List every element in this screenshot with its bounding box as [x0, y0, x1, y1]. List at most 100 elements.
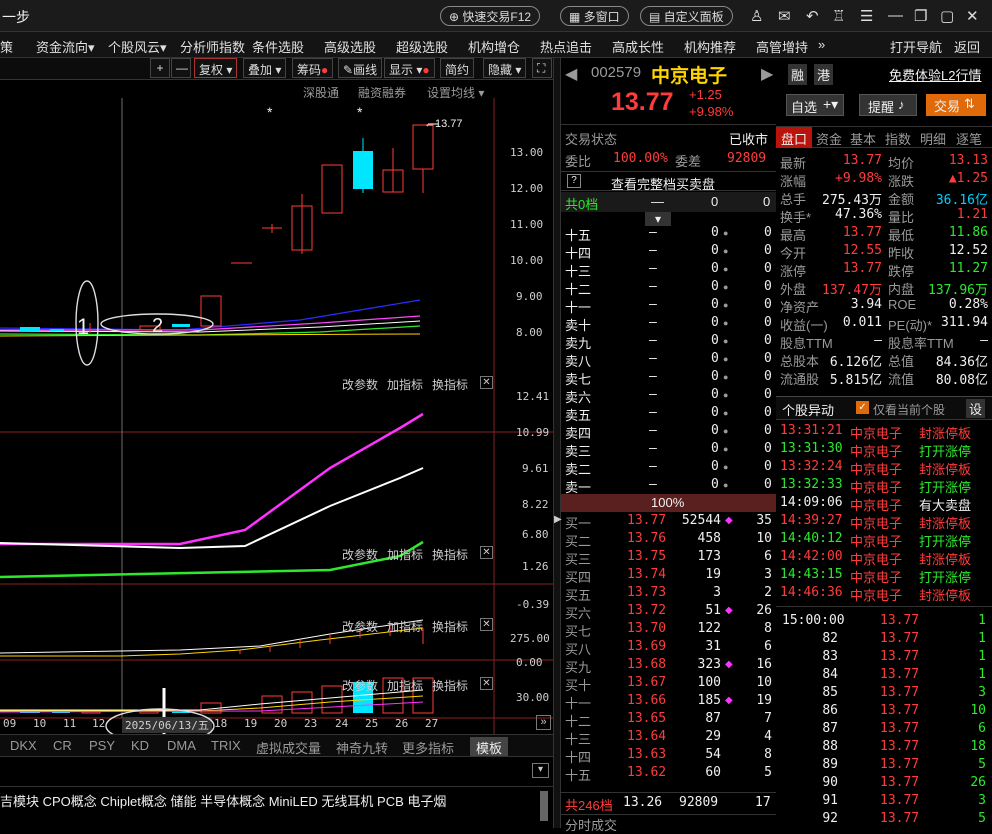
back-link[interactable]: 返回 — [954, 37, 980, 56]
menu-item-0[interactable]: 策 — [0, 37, 13, 56]
custom-panel-button[interactable]: ▤ 自定义面板 — [640, 6, 733, 26]
scroll-right-icon[interactable]: » — [536, 715, 551, 730]
edit-params-button[interactable]: 改参数 — [342, 618, 378, 635]
ask-count: 0 — [764, 315, 772, 330]
simple-button[interactable]: 简约 — [440, 58, 475, 78]
alert-button[interactable]: 提醒 ♪ — [859, 94, 917, 116]
menu-item-2[interactable]: 个股风云▾ — [108, 37, 167, 56]
chips-button[interactable]: 筹码● — [292, 58, 334, 78]
menu-item-9[interactable]: 高成长性 — [612, 37, 664, 56]
close-indicator-icon[interactable]: ✕ — [480, 677, 493, 690]
undo-icon[interactable]: ↶ — [806, 7, 819, 25]
fullscreen-icon[interactable]: ⛶ — [532, 58, 552, 78]
tick-volume: 26 — [970, 775, 986, 790]
add-indicator-button[interactable]: 加指标 — [387, 677, 423, 694]
menu-item-3[interactable]: 分析师指数 — [180, 37, 245, 56]
shirt-icon[interactable]: ♖ — [832, 7, 845, 25]
tab-virtual-volume[interactable]: 虚拟成交量 — [256, 738, 321, 757]
collapse-icon[interactable]: ▾ — [532, 763, 549, 778]
edit-params-button[interactable]: 改参数 — [342, 677, 378, 694]
date-tick: 10 — [33, 717, 47, 730]
tab-detail[interactable]: 明细 — [920, 129, 946, 148]
ask-dot: ● — [723, 228, 729, 238]
zoom-out-button[interactable]: — — [171, 58, 191, 78]
price-change-pct: +9.98% — [689, 104, 734, 119]
tab-tick[interactable]: 逐笔 — [956, 129, 982, 148]
switch-indicator-button[interactable]: 换指标 — [432, 376, 468, 393]
ask-volume: 0 — [711, 459, 719, 474]
tab-kd[interactable]: KD — [131, 738, 149, 753]
fuquan-label: 复权 — [199, 63, 224, 77]
edit-params-button[interactable]: 改参数 — [342, 546, 378, 563]
menu-item-6[interactable]: 超级选股 — [396, 37, 448, 56]
switch-indicator-button[interactable]: 换指标 — [432, 546, 468, 563]
switch-indicator-button[interactable]: 换指标 — [432, 618, 468, 635]
chart-area[interactable]: + — 复权 ▾ 叠加 ▾ 筹码● ✎画线 显示 ▾● 简约 隐藏 ▾ ⛶ 深股… — [0, 58, 553, 828]
tab-fund[interactable]: 资金 — [816, 129, 842, 148]
hide-button[interactable]: 隐藏 ▾ — [483, 58, 527, 78]
panel-divider[interactable]: ▶ — [553, 58, 562, 828]
ind3-axis-tick: 275.00 — [510, 632, 550, 645]
close-indicator-icon[interactable]: ✕ — [480, 618, 493, 631]
ask-dot: ● — [723, 408, 729, 418]
checkbox-icon[interactable]: ✓ — [856, 401, 869, 414]
fast-trade-button[interactable]: ⊕ 快速交易F12 — [440, 6, 541, 26]
close-indicator-icon[interactable]: ✕ — [480, 546, 493, 559]
open-nav-link[interactable]: 打开导航 — [890, 37, 942, 56]
tab-dma[interactable]: DMA — [167, 738, 196, 753]
menu-icon[interactable]: ☰ — [860, 7, 873, 25]
edit-params-button[interactable]: 改参数 — [342, 376, 378, 393]
switch-indicator-button[interactable]: 换指标 — [432, 677, 468, 694]
tab-cr[interactable]: CR — [53, 738, 72, 753]
overlay-button[interactable]: 叠加 ▾ — [243, 58, 287, 78]
ask-dot: ● — [723, 462, 729, 472]
bid-price: 13.66 — [627, 693, 667, 708]
tick-price: 13.77 — [880, 613, 920, 628]
full-book-row[interactable]: ? 查看完整档买卖盘 — [561, 171, 776, 192]
tab-magic-nine[interactable]: 神奇九转 — [336, 738, 388, 757]
tab-template[interactable]: 模板 — [470, 737, 509, 758]
menu-item-11[interactable]: 高管增持 — [756, 37, 808, 56]
tab-basic[interactable]: 基本 — [850, 129, 876, 148]
add-indicator-button[interactable]: 加指标 — [387, 546, 423, 563]
tab-trix[interactable]: TRIX — [211, 738, 241, 753]
ask-volume: 0 — [711, 261, 719, 276]
scrollbar[interactable] — [540, 791, 548, 821]
tab-index[interactable]: 指数 — [885, 129, 911, 148]
tick-volume: 3 — [978, 793, 986, 808]
l2-trial-link[interactable]: 免费体验L2行情 — [889, 65, 981, 84]
ask-volume: 0 — [711, 405, 719, 420]
zoom-in-button[interactable]: + — [150, 58, 170, 78]
prev-stock-icon[interactable]: ◀ — [565, 64, 577, 84]
movers-settings-button[interactable]: 设 — [966, 399, 986, 418]
menu-item-5[interactable]: 高级选股 — [324, 37, 376, 56]
fuquan-button[interactable]: 复权 ▾ — [194, 58, 238, 78]
menu-item-8[interactable]: 热点追击 — [540, 37, 592, 56]
menu-item-1[interactable]: 资金流向▾ — [36, 37, 95, 56]
tab-more-indicators[interactable]: 更多指标 — [402, 738, 454, 757]
add-indicator-button[interactable]: 加指标 — [387, 376, 423, 393]
mail-icon[interactable]: ✉ — [778, 7, 791, 25]
more-icon[interactable]: » — [818, 37, 825, 52]
tab-psy[interactable]: PSY — [89, 738, 115, 753]
trade-button[interactable]: 交易 ⇅ — [926, 94, 986, 116]
restore-icon[interactable]: ❐ — [914, 7, 927, 25]
menu-item-4[interactable]: 条件选股 — [252, 37, 304, 56]
tab-pankou[interactable]: 盘口 — [776, 127, 812, 148]
watchlist-label: 自选 — [791, 100, 818, 115]
menu-item-7[interactable]: 机构增仓 — [468, 37, 520, 56]
draw-line-button[interactable]: ✎画线 — [338, 58, 383, 78]
minimize-icon[interactable]: — — [888, 7, 903, 24]
user-icon[interactable]: ♙ — [750, 7, 763, 25]
close-indicator-icon[interactable]: ✕ — [480, 376, 493, 389]
add-indicator-button[interactable]: 加指标 — [387, 618, 423, 635]
maximize-icon[interactable]: ▢ — [940, 7, 954, 25]
close-icon[interactable]: ✕ — [966, 7, 979, 25]
display-button[interactable]: 显示 ▾● — [384, 58, 435, 78]
next-stock-icon[interactable]: ▶ — [761, 64, 773, 84]
ask-row: 卖十 —0 ● 0 — [561, 314, 776, 333]
menu-item-10[interactable]: 机构推荐 — [684, 37, 736, 56]
tab-dkx[interactable]: DKX — [10, 738, 37, 753]
watchlist-button[interactable]: 自选 +▾ — [786, 94, 844, 116]
multi-window-button[interactable]: ▦ 多窗口 — [560, 6, 629, 26]
